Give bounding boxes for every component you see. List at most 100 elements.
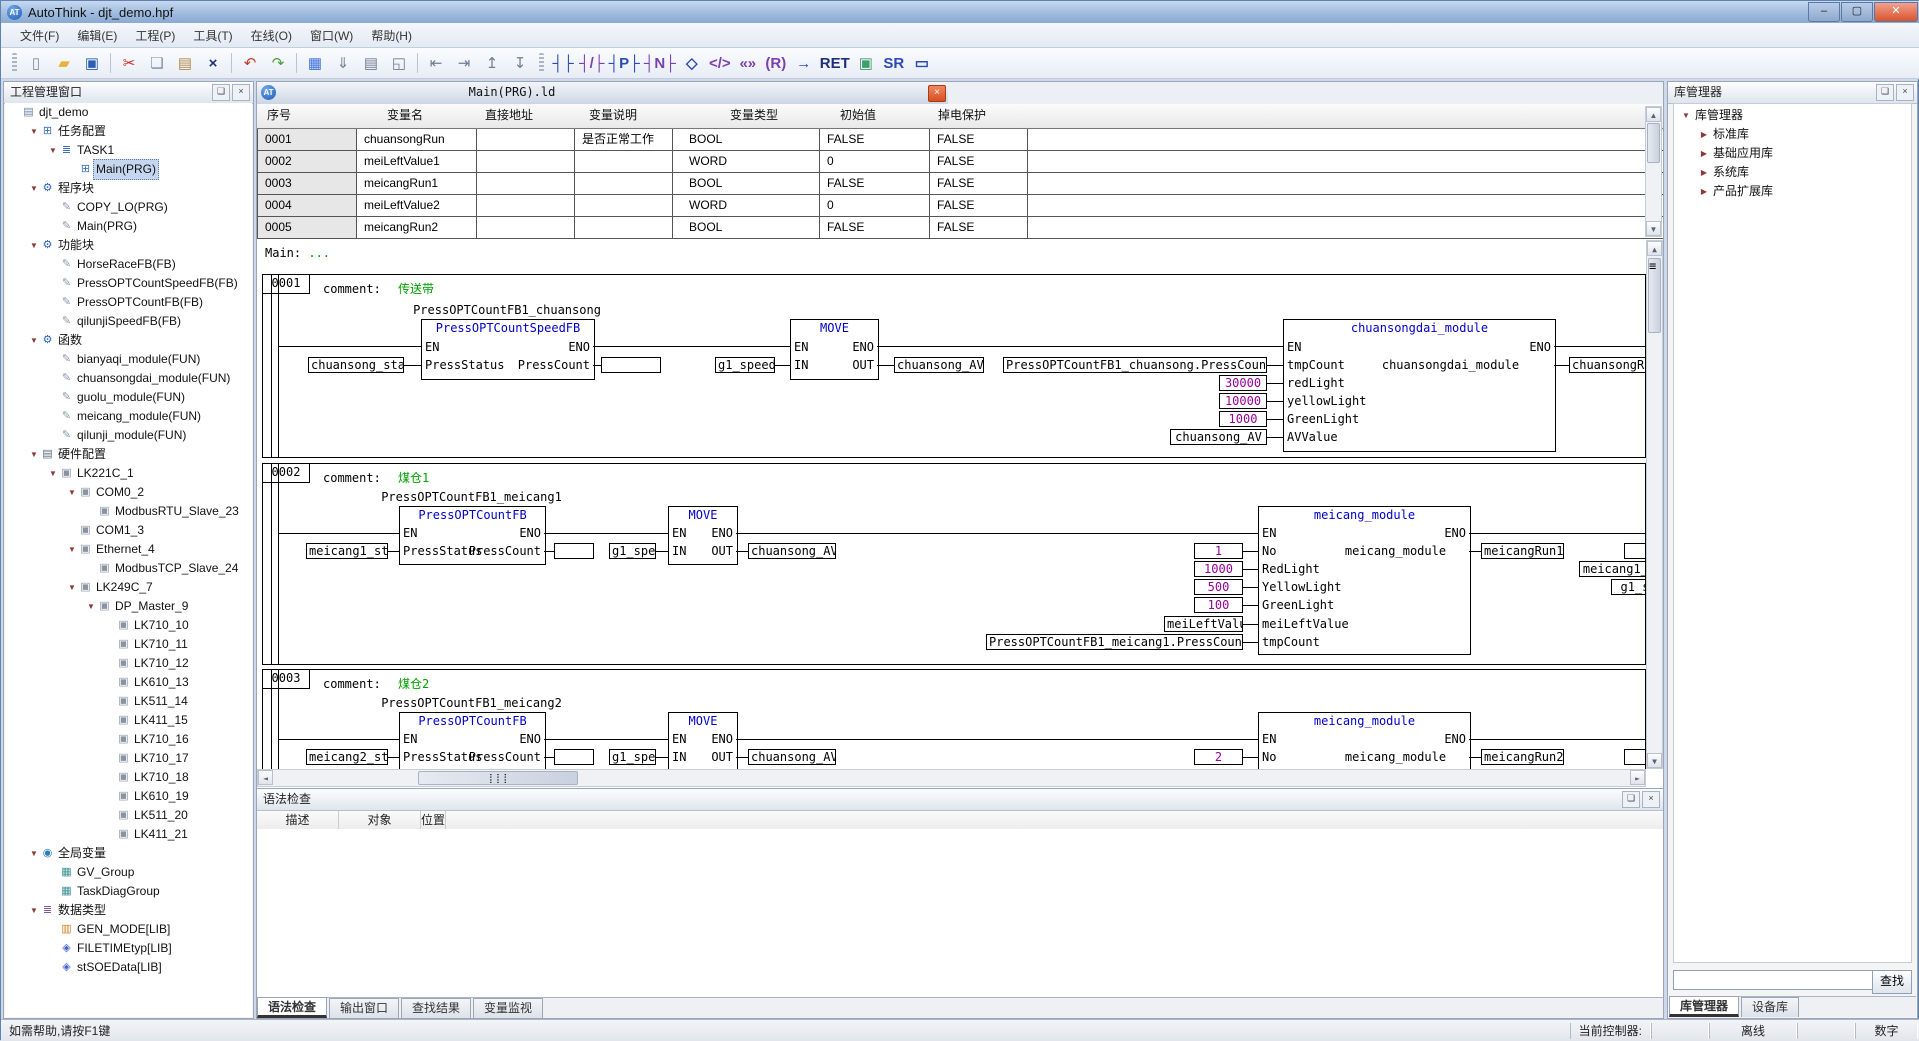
variable-desc-cell[interactable] (575, 217, 673, 238)
operand-box[interactable]: PressOPTCountFB1_chuansong.PressCount (1003, 357, 1267, 373)
retain-cell[interactable]: FALSE (930, 195, 1028, 216)
toolbar-separator[interactable] (231, 53, 232, 73)
tree-expand-arrow-icon[interactable]: ▼ (28, 236, 40, 255)
scroll-up-icon[interactable]: ▲ (1647, 241, 1662, 256)
output-tab[interactable]: 输出窗口 (329, 998, 399, 1018)
variable-table-header-cell[interactable]: 直接地址 (475, 104, 573, 128)
toolbar-separator[interactable] (417, 53, 418, 73)
variable-table-header-cell[interactable]: 变量名 (377, 104, 475, 128)
redo-icon[interactable]: ↷ (265, 50, 291, 76)
tree-item[interactable]: ▼ ◉ 全局变量 (5, 844, 252, 863)
operand-box[interactable]: g1_speed (609, 749, 656, 765)
variable-table-header-cell[interactable]: 变量类型 (720, 104, 830, 128)
table-row[interactable]: 0003 meicangRun1 BOOL FALSE FALSE (257, 173, 1663, 195)
syntax-check-header-cell[interactable]: 描述 (257, 811, 339, 830)
initial-value-cell[interactable]: 0 (820, 151, 930, 172)
tree-item[interactable]: ✎ PressOPTCountFB(FB) (5, 293, 252, 312)
retain-cell[interactable]: FALSE (930, 129, 1028, 150)
retain-cell[interactable]: FALSE (930, 217, 1028, 238)
find-button[interactable]: 查找 (1872, 970, 1912, 994)
tree-item[interactable]: ✎ guolu_module(FUN) (5, 388, 252, 407)
syntax-check-header-cell[interactable]: 位置 (421, 811, 446, 830)
direct-address-cell[interactable] (477, 217, 575, 238)
tree-item[interactable]: ▼ ▣ COM0_2 (5, 483, 252, 502)
tree-expand-arrow-icon[interactable]: ▼ (28, 331, 40, 350)
variable-type-cell[interactable]: BOOL (673, 217, 820, 238)
contact-falling-icon[interactable]: ┤N├ (643, 50, 677, 76)
tree-item[interactable]: ✎ chuansongdai_module(FUN) (5, 369, 252, 388)
tree-expand-arrow-icon[interactable]: ▼ (66, 540, 78, 559)
cut-icon[interactable]: ✂ (116, 50, 142, 76)
operand-box[interactable]: meicang1_status (306, 543, 388, 559)
tree-expand-arrow-icon[interactable]: ▼ (1680, 106, 1692, 125)
maximize-button[interactable]: ▢ (1841, 2, 1873, 22)
paste-icon[interactable]: ▤ (172, 50, 198, 76)
tree-item[interactable]: ▼ ▣ Ethernet_4 (5, 540, 252, 559)
result-box[interactable]: chuansongRun (1569, 357, 1646, 373)
tree-expand-arrow-icon[interactable]: ▼ (28, 122, 40, 141)
operand-box[interactable]: g1_speed (609, 543, 656, 559)
network-comment[interactable]: comment: 煤仓1 (323, 469, 429, 486)
tree-item[interactable]: ✎ PressOPTCountSpeedFB(FB) (5, 274, 252, 293)
empty-box-icon[interactable]: ▭ (909, 50, 935, 76)
tree-item[interactable]: ▼ ▣ DP_Master_9 (5, 597, 252, 616)
tree-expand-arrow-icon[interactable]: ▶ (1698, 182, 1710, 201)
move-down-icon[interactable]: ↧ (507, 50, 533, 76)
tree-item[interactable]: ✎ qilunji_module(FUN) (5, 426, 252, 445)
output-tab[interactable]: 查找结果 (401, 998, 471, 1018)
set-reset-icon[interactable]: SR (881, 50, 907, 76)
coil-icon[interactable]: ◇ (679, 50, 705, 76)
menu-item[interactable]: 工程(P) (126, 24, 184, 47)
panel-close-icon[interactable]: × (1642, 791, 1660, 808)
scrollbar-thumb[interactable]: ≡ (1648, 258, 1661, 333)
tree-item[interactable]: ▼ ▤ 硬件配置 (5, 445, 252, 464)
operand-box[interactable]: g1_speed (715, 357, 775, 373)
clean-icon[interactable]: ◱ (386, 50, 412, 76)
menu-item[interactable]: 工具(T) (184, 24, 241, 47)
tree-item[interactable]: ▼ ⊞ 任务配置 (5, 122, 252, 141)
variable-table-header-cell[interactable]: 初始值 (830, 104, 928, 128)
scroll-up-icon[interactable]: ▲ (1646, 107, 1661, 122)
operand-box[interactable]: chuansong_AV (748, 543, 836, 559)
variable-table-header-cell[interactable]: 掉电保护 (928, 104, 986, 128)
initial-value-cell[interactable]: FALSE (820, 217, 930, 238)
tree-item[interactable]: ✎ bianyaqi_module(FUN) (5, 350, 252, 369)
direct-address-cell[interactable] (477, 173, 575, 194)
tree-expand-arrow-icon[interactable]: ▼ (28, 445, 40, 464)
library-tab[interactable]: 设备库 (1741, 997, 1799, 1017)
tree-item[interactable]: ▣ LK710_11 (5, 635, 252, 654)
tree-item[interactable]: ▼ ⚙ 函数 (5, 331, 252, 350)
tree-item[interactable]: ▼ ▣ LK221C_1 (5, 464, 252, 483)
tree-expand-arrow-icon[interactable]: ▶ (1698, 163, 1710, 182)
jump-icon[interactable]: (R) (763, 50, 789, 76)
network-0002[interactable]: 0002 comment: 煤仓1 PressOPTCountFB1_meica… (262, 463, 1646, 665)
tree-item[interactable]: ▣ LK610_13 (5, 673, 252, 692)
tree-item[interactable]: ▣ LK710_17 (5, 749, 252, 768)
scroll-left-icon[interactable]: ◄ (258, 770, 273, 785)
function-block[interactable]: PressOPTCountSpeedFB EN ENO PressStatus … (421, 319, 595, 380)
variable-type-cell[interactable]: WORD (673, 195, 820, 216)
undo-icon[interactable]: ↶ (237, 50, 263, 76)
tree-expand-arrow-icon[interactable]: ▼ (47, 464, 59, 483)
tree-item[interactable]: ◈ FILETIMEtyp[LIB] (5, 939, 252, 958)
tree-item[interactable]: ▣ LK511_14 (5, 692, 252, 711)
table-scrollbar[interactable]: ▲ ▼ (1645, 106, 1662, 237)
variable-desc-cell[interactable] (575, 195, 673, 216)
panel-close-icon[interactable]: × (232, 84, 250, 101)
function-icon[interactable]: </> (707, 50, 733, 76)
panel-float-icon[interactable]: ❏ (1876, 84, 1894, 101)
table-row[interactable]: 0001 chuansongRun 是否正常工作 BOOL FALSE FALS… (257, 129, 1663, 151)
tree-expand-arrow-icon[interactable]: ▼ (66, 483, 78, 502)
delete-icon[interactable]: × (200, 50, 226, 76)
contact-rising-icon[interactable]: ┤P├ (607, 50, 640, 76)
document-close-icon[interactable]: × (928, 85, 946, 102)
result-box[interactable]: meicangRun1 (1481, 543, 1564, 559)
variable-desc-cell[interactable] (575, 151, 673, 172)
menu-item[interactable]: 编辑(E) (68, 24, 126, 47)
operand-box[interactable]: meicang2_status (306, 749, 388, 765)
initial-value-cell[interactable]: FALSE (820, 129, 930, 150)
variable-table-header-cell[interactable]: 序号 (257, 104, 377, 128)
value-box[interactable]: 30000 (1219, 375, 1267, 391)
toolbar-separator[interactable] (296, 53, 297, 73)
retain-cell[interactable]: FALSE (930, 173, 1028, 194)
